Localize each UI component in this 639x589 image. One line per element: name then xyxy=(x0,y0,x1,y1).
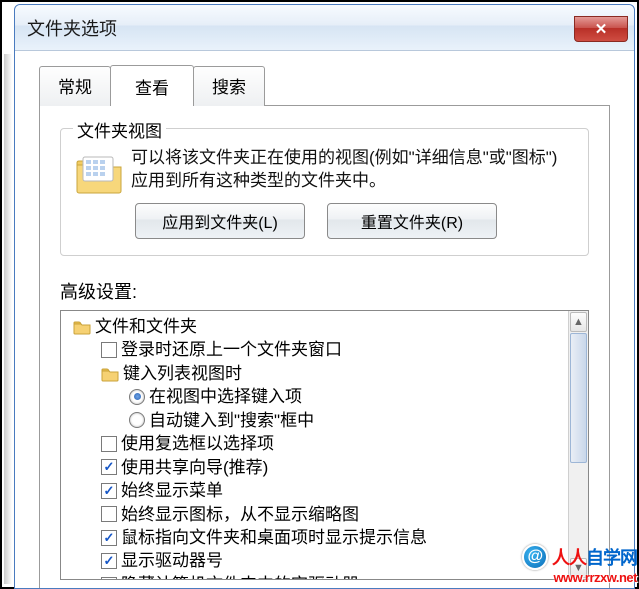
tree-label: 始终显示图标，从不显示缩略图 xyxy=(121,503,359,526)
window-title: 文件夹选项 xyxy=(27,15,117,41)
checkbox-checked-icon xyxy=(101,459,117,475)
advanced-settings-tree[interactable]: 文件和文件夹 登录时还原上一个文件夹窗口 键入列表视图时 在视图中选择键入项 xyxy=(60,310,589,580)
tree-label: 隐藏计算机文件夹中的空驱动器 xyxy=(121,573,359,580)
tree-item-drive-letters[interactable]: 显示驱动器号 xyxy=(67,549,586,572)
scroll-up-icon[interactable]: ▲ xyxy=(570,312,587,332)
advanced-settings-label: 高级设置: xyxy=(60,278,589,304)
tree-label: 始终显示菜单 xyxy=(121,479,223,502)
tab-view[interactable]: 查看 xyxy=(110,65,194,106)
tree-scrollbar[interactable]: ▲ ▼ xyxy=(568,311,588,579)
tab-strip: 常规 查看 搜索 xyxy=(39,65,610,105)
tree-label: 显示驱动器号 xyxy=(121,549,223,572)
tab-search[interactable]: 搜索 xyxy=(193,66,265,106)
close-button[interactable]: ✕ xyxy=(574,16,628,42)
tree-label: 登录时还原上一个文件夹窗口 xyxy=(121,338,342,361)
folder-icon xyxy=(101,366,119,382)
checkbox-checked-icon xyxy=(101,530,117,546)
group-description: 可以将该文件夹正在使用的视图(例如"详细信息"或"图标")应用到所有这种类型的文… xyxy=(131,147,574,193)
tree-label: 使用复选框以选择项 xyxy=(121,432,274,455)
apply-to-folders-button[interactable]: 应用到文件夹(L) xyxy=(135,203,305,239)
radio-selected-icon xyxy=(129,389,145,405)
tree-group-files-folders: 文件和文件夹 xyxy=(67,315,586,338)
close-icon: ✕ xyxy=(595,20,608,38)
folder-views-icon xyxy=(75,153,125,195)
tree-radio-select-typed[interactable]: 在视图中选择键入项 xyxy=(67,385,586,408)
reset-folders-button[interactable]: 重置文件夹(R) xyxy=(327,203,497,239)
tree-item-hide-empty-drives[interactable]: 隐藏计算机文件夹中的空驱动器 xyxy=(67,573,586,580)
dialog-window: 文件夹选项 ✕ 常规 查看 搜索 文件夹视图 xyxy=(14,4,635,589)
tree-label: 文件和文件夹 xyxy=(95,315,197,338)
tree-radio-auto-search[interactable]: 自动键入到"搜索"框中 xyxy=(67,409,586,432)
scroll-thumb[interactable] xyxy=(570,333,587,463)
tree-label: 鼠标指向文件夹和桌面项时显示提示信息 xyxy=(121,526,427,549)
checkbox-checked-icon xyxy=(101,553,117,569)
tree-label: 在视图中选择键入项 xyxy=(149,385,302,408)
tree-item-always-icons[interactable]: 始终显示图标，从不显示缩略图 xyxy=(67,503,586,526)
checkbox-checked-icon xyxy=(101,483,117,499)
title-bar: 文件夹选项 ✕ xyxy=(15,5,634,51)
radio-unselected-icon xyxy=(129,412,145,428)
checkbox-unchecked-icon xyxy=(101,342,117,358)
tree-label: 键入列表视图时 xyxy=(123,362,242,385)
tree-item-use-checkboxes[interactable]: 使用复选框以选择项 xyxy=(67,432,586,455)
tree-item-restore-window[interactable]: 登录时还原上一个文件夹窗口 xyxy=(67,338,586,361)
tree-label: 使用共享向导(推荐) xyxy=(121,456,268,479)
tree-item-mouse-tooltip[interactable]: 鼠标指向文件夹和桌面项时显示提示信息 xyxy=(67,526,586,549)
checkbox-unchecked-icon xyxy=(101,436,117,452)
tree-group-type-into-list: 键入列表视图时 xyxy=(67,362,586,385)
folder-icon xyxy=(73,319,91,335)
checkbox-unchecked-icon xyxy=(101,506,117,522)
tree-item-always-menu[interactable]: 始终显示菜单 xyxy=(67,479,586,502)
scroll-down-icon[interactable]: ▼ xyxy=(570,558,587,578)
folder-views-group: 文件夹视图 可以将该文件夹正在使用的视图(例如"详细信息"或" xyxy=(60,128,589,256)
tab-general[interactable]: 常规 xyxy=(39,66,111,106)
tree-label: 自动键入到"搜索"框中 xyxy=(149,409,314,432)
tab-panel-view: 文件夹视图 可以将该文件夹正在使用的视图(例如"详细信息"或" xyxy=(39,105,610,589)
checkbox-checked-icon xyxy=(101,577,117,580)
tree-item-sharing-wizard[interactable]: 使用共享向导(推荐) xyxy=(67,456,586,479)
group-title: 文件夹视图 xyxy=(73,117,166,142)
